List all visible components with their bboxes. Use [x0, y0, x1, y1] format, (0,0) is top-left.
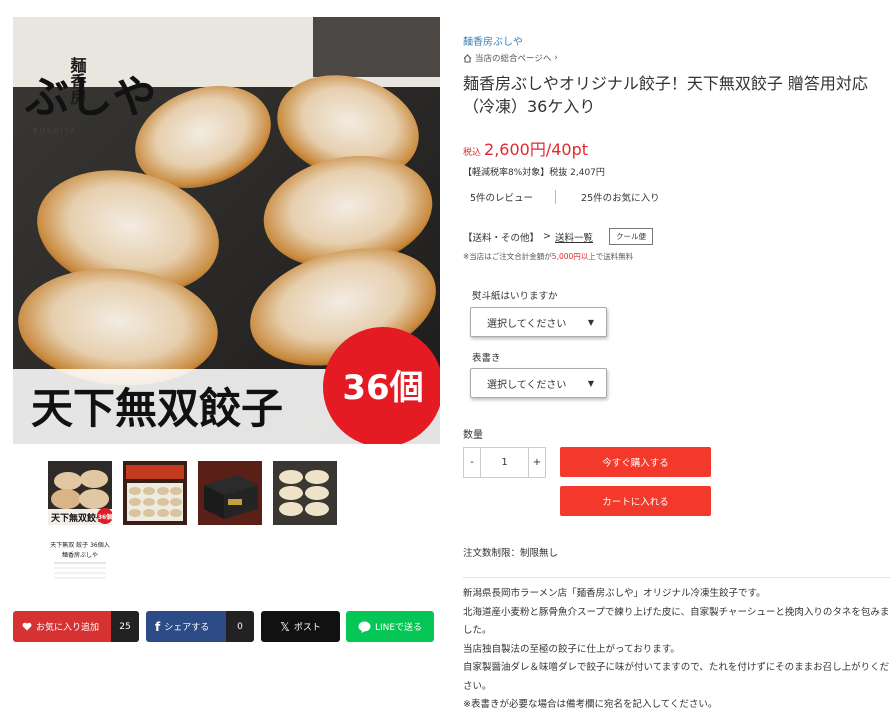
- product-title: 麺香房ぶしやオリジナル餃子！天下無双餃子 贈答用対応（冷凍）36ケ入り: [463, 74, 868, 116]
- main-caption: 天下無双餃子: [31, 384, 283, 433]
- main-product-image[interactable]: 麺香房 ぶしや BUSHIYA 天下無双餃子 36個: [13, 17, 440, 444]
- quantity-label: 数量: [463, 430, 483, 441]
- review-count-link[interactable]: 5件のレビュー: [463, 190, 557, 204]
- add-to-cart-button[interactable]: カートに入れる: [560, 486, 711, 516]
- thumbnail-4[interactable]: [273, 461, 337, 525]
- quantity-plus-button[interactable]: +: [528, 448, 545, 477]
- favorite-label: お気に入り追加: [36, 623, 100, 633]
- x-post-button[interactable]: 𝕏 ポスト: [261, 611, 340, 642]
- favorite-button[interactable]: お気に入り追加 25: [13, 611, 139, 642]
- svg-text:麺香房ぶしや: 麺香房ぶしや: [62, 551, 98, 559]
- gyoza-photo: 麺香房 ぶしや BUSHIYA 天下無双餃子 36個: [13, 17, 440, 444]
- omotegaki-label: 表書き: [472, 353, 501, 364]
- facebook-share-label: シェアする: [164, 623, 210, 633]
- divider: [463, 577, 890, 578]
- count-badge: 36個: [342, 368, 423, 408]
- noshi-select-value: 選択してください: [487, 318, 567, 330]
- description-line: 新潟県長岡市ラーメン店「麺香房ぶしや」オリジナル冷凍生餃子です。: [463, 588, 766, 599]
- facebook-share-count: 0: [226, 611, 254, 642]
- description-line: 自家製醤油ダレ＆味噌ダレで餃子に味が付いてますので、たれを付けずにそのままお召し…: [463, 662, 890, 692]
- free-shipping-amount: 5,000円以上: [551, 252, 596, 261]
- reduced-tax-note: 【軽減税率8%対象】税抜 2,407円: [463, 168, 605, 178]
- description-line: 北海道産小麦粉と豚骨魚介スープで練り上げた皮に、自家製チャーシューと挽肉入りのタ…: [463, 606, 890, 637]
- favorite-count-text: 25件のお気に入り: [581, 193, 660, 204]
- description-line: ※表書きが必要な場合は備考欄に宛名を記入してください。: [463, 699, 718, 710]
- thumbnail-1[interactable]: 天下無双餃子 36個: [48, 461, 112, 525]
- omotegaki-select-value: 選択してください: [487, 379, 567, 391]
- product-description: 新潟県長岡市ラーメン店「麺香房ぶしや」オリジナル冷凍生餃子です。 北海道産小麦粉…: [463, 585, 890, 715]
- price-amount: 2,600円/40pt: [484, 140, 589, 159]
- favorite-count: 25: [111, 611, 139, 642]
- noshi-label: 熨斗紙はいりますか: [472, 291, 558, 302]
- quantity-minus-button[interactable]: -: [464, 448, 481, 477]
- thumbnail-2[interactable]: [123, 461, 187, 525]
- svg-text:36個: 36個: [98, 513, 112, 521]
- line-send-button[interactable]: LINEで送る: [346, 611, 434, 642]
- quantity-stepper: - 1 +: [463, 447, 546, 478]
- shop-top-page-label: 当店の総合ページへ: [475, 54, 552, 64]
- shipping-list-link[interactable]: 送料一覧: [555, 230, 593, 244]
- product-stats: 5件のレビュー 25件のお気に入り: [463, 190, 670, 204]
- triangle-down-icon: ▼: [587, 317, 594, 327]
- buy-now-button[interactable]: 今すぐ購入する: [560, 447, 711, 477]
- svg-text:天下無双 餃子 36個入: 天下無双 餃子 36個入: [50, 541, 109, 549]
- x-icon: 𝕏: [280, 619, 290, 634]
- x-post-label: ポスト: [293, 623, 321, 633]
- thumbnail-5[interactable]: 天下無双 餃子 36個入 麺香房ぶしや: [48, 535, 112, 582]
- free-shipping-note: ※当店はご注文合計金額が5,000円以上で送料無料: [463, 251, 633, 262]
- cool-delivery-badge: クール便: [609, 228, 653, 245]
- svg-text:BUSHIYA: BUSHIYA: [33, 127, 77, 135]
- price: 税込 2,600円/40pt: [463, 136, 588, 160]
- thumbnail-3[interactable]: [198, 461, 262, 525]
- order-limit-note: 注文数制限：制限無し: [463, 548, 559, 559]
- line-send-label: LINEで送る: [374, 623, 423, 633]
- line-icon: [358, 621, 371, 633]
- heart-icon: [22, 622, 32, 631]
- home-icon: [463, 53, 472, 62]
- omotegaki-select[interactable]: 選択してください ▼: [470, 368, 607, 398]
- price-tax-label: 税込: [463, 148, 482, 158]
- chevron-right-icon: ›: [554, 53, 558, 63]
- free-shipping-note-prefix: ※当店はご注文合計金額が: [463, 252, 552, 261]
- free-shipping-note-suffix: で送料無料: [595, 252, 634, 261]
- shipping-label: 【送料・その他】: [463, 232, 540, 244]
- shipping-row: 【送料・その他】 > 送料一覧 クール便: [463, 228, 653, 245]
- triangle-down-icon: ▼: [587, 378, 594, 388]
- facebook-icon: f: [155, 619, 161, 634]
- noshi-select[interactable]: 選択してください ▼: [470, 307, 607, 337]
- description-line: 当店独自製法の至極の餃子に仕上がっております。: [463, 643, 680, 655]
- svg-text:ぶしや: ぶしや: [24, 72, 157, 123]
- facebook-share-button[interactable]: f シェアする 0: [146, 611, 254, 642]
- shop-name-link[interactable]: 麺香房ぶしや: [463, 33, 523, 48]
- chevron-right-icon: >: [543, 231, 551, 242]
- quantity-input[interactable]: 1: [481, 457, 528, 468]
- shop-top-page-link[interactable]: 当店の総合ページへ ›: [463, 52, 558, 64]
